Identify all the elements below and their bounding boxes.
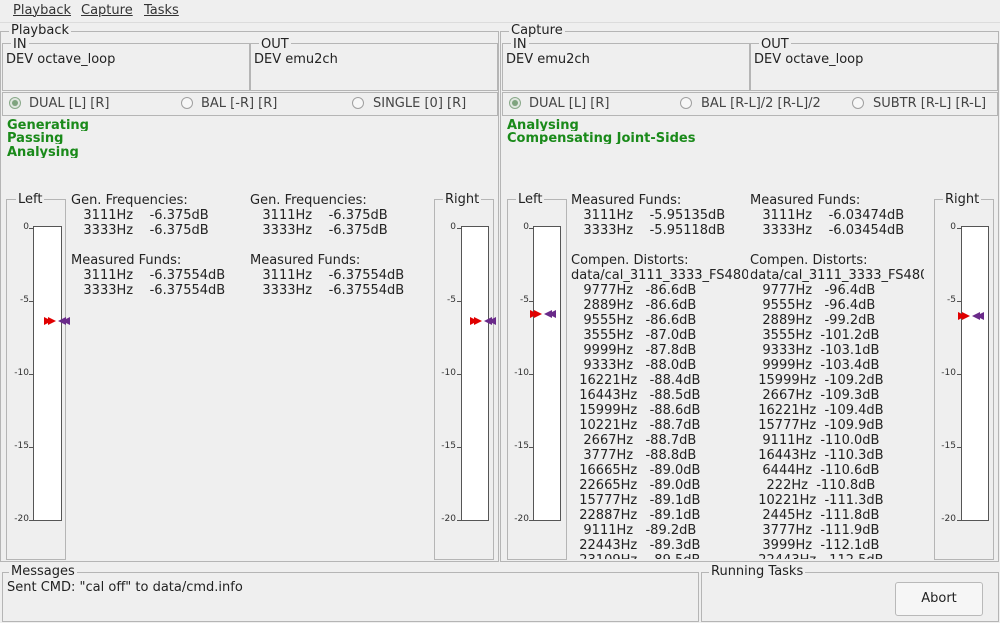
meter-tick-label: 0	[23, 222, 29, 232]
meter-tick-mark	[29, 447, 33, 448]
meter-tick-label: -20	[441, 514, 456, 524]
abort-button[interactable]: Abort	[895, 582, 983, 616]
playback-in-value: DEV octave_loop	[6, 52, 116, 67]
meter-tick-mark	[457, 374, 461, 375]
meter-tick-mark	[957, 520, 961, 521]
meter-tick-label: -15	[514, 441, 529, 451]
meter-tick-label: -10	[514, 368, 529, 378]
meter-tick-mark	[957, 447, 961, 448]
meter-tick-label: -5	[447, 295, 456, 305]
meter-tick-mark	[29, 301, 33, 302]
playback-radio-single[interactable]	[352, 97, 364, 109]
menu-capture[interactable]: Capture	[81, 3, 133, 18]
playback-title: Playback	[9, 23, 72, 38]
playback-left-readout: Gen. Frequencies: 3111Hz -6.375dB 3333Hz…	[71, 193, 226, 298]
peak-arrow-red-2	[48, 317, 56, 326]
meter-tick-label: -20	[941, 514, 956, 524]
meter-tick-label: 0	[523, 222, 529, 232]
capture-right-title: Right	[943, 192, 982, 207]
meter-tick-label: -5	[520, 295, 529, 305]
capture-right-marker-icon	[958, 311, 984, 320]
meter-tick-mark	[957, 301, 961, 302]
capture-left-readout: Measured Funds: 3111Hz -5.95135dB 3333Hz…	[571, 193, 748, 559]
playback-right-marker-icon	[470, 317, 496, 326]
playback-out-value: DEV emu2ch	[254, 52, 338, 67]
meter-tick-label: 0	[450, 222, 456, 232]
capture-right-meter-bar	[961, 226, 989, 521]
menu-tasks[interactable]: Tasks	[144, 3, 179, 18]
playback-mode-row: DUAL [L] [R] BAL [-R] [R] SINGLE [0] [R]	[2, 92, 498, 116]
meter-tick-mark	[529, 301, 533, 302]
playback-right-meter-bar	[461, 226, 489, 521]
capture-status-compensating: Compensating Joint-Sides	[507, 131, 696, 144]
capture-right-readout: Measured Funds: 3111Hz -6.03474dB 3333Hz…	[750, 193, 924, 559]
capture-radio-dual[interactable]	[509, 97, 521, 109]
capture-left-title: Left	[516, 192, 545, 207]
playback-radio-single-label[interactable]: SINGLE [0] [R]	[373, 96, 466, 111]
playback-status-passing: Passing	[7, 131, 64, 144]
peak-arrow-red-2	[534, 310, 542, 319]
capture-out-label: OUT	[759, 37, 791, 52]
playback-left-title: Left	[16, 192, 45, 207]
meter-tick-mark	[457, 447, 461, 448]
playback-status-generating: Generating	[7, 118, 89, 131]
meter-tick-label: -5	[20, 295, 29, 305]
meter-tick-mark	[957, 228, 961, 229]
meter-tick-label: -10	[941, 368, 956, 378]
meter-tick-label: -10	[441, 368, 456, 378]
meter-tick-label: -20	[514, 514, 529, 524]
playback-left-marker-icon	[44, 317, 70, 326]
capture-radio-dual-label[interactable]: DUAL [L] [R]	[529, 96, 610, 111]
playback-right-title: Right	[443, 192, 482, 207]
capture-radio-bal-label[interactable]: BAL [R-L]/2 [R-L]/2	[701, 96, 821, 111]
capture-status-analysing: Analysing	[507, 118, 579, 131]
capture-radio-subtr[interactable]	[852, 97, 864, 109]
playback-status-analysing: Analysing	[7, 145, 79, 158]
capture-left-marker-icon	[530, 310, 556, 319]
capture-in-value: DEV emu2ch	[506, 52, 590, 67]
meter-tick-mark	[529, 447, 533, 448]
meter-tick-label: -15	[14, 441, 29, 451]
menu-playback[interactable]: Playback	[13, 3, 71, 18]
meter-tick-mark	[529, 374, 533, 375]
capture-mode-row: DUAL [L] [R] BAL [R-L]/2 [R-L]/2 SUBTR […	[502, 92, 998, 116]
capture-out-value: DEV octave_loop	[754, 52, 864, 67]
peak-arrow-red-2	[474, 317, 482, 326]
meter-tick-mark	[457, 520, 461, 521]
playback-radio-bal-label[interactable]: BAL [-R] [R]	[201, 96, 277, 111]
playback-radio-dual-label[interactable]: DUAL [L] [R]	[29, 96, 110, 111]
playback-radio-dual[interactable]	[9, 97, 21, 109]
playback-in-label: IN	[11, 37, 29, 52]
meter-tick-mark	[957, 374, 961, 375]
capture-title: Capture	[509, 23, 565, 38]
playback-left-meter-bar	[33, 226, 62, 521]
meter-tick-mark	[457, 228, 461, 229]
capture-in-box	[502, 43, 750, 91]
messages-text: Sent CMD: "cal off" to data/cmd.info	[7, 580, 243, 595]
meter-tick-mark	[529, 520, 533, 521]
menu-bar: Playback Capture Tasks	[0, 0, 1000, 23]
playback-in-box	[2, 43, 250, 91]
peak-arrow-red-2	[962, 311, 970, 320]
playback-out-label: OUT	[259, 37, 291, 52]
running-tasks-title: Running Tasks	[709, 564, 806, 579]
playback-right-readout: Gen. Frequencies: 3111Hz -6.375dB 3333Hz…	[250, 193, 405, 298]
meter-tick-label: 0	[950, 222, 956, 232]
meter-tick-mark	[29, 374, 33, 375]
meter-tick-mark	[457, 301, 461, 302]
meter-tick-label: -20	[14, 514, 29, 524]
capture-radio-subtr-label[interactable]: SUBTR [R-L] [R-L]	[873, 96, 986, 111]
meter-tick-mark	[529, 228, 533, 229]
meter-tick-mark	[29, 228, 33, 229]
meter-tick-label: -5	[947, 295, 956, 305]
messages-title: Messages	[9, 564, 77, 579]
meter-tick-label: -15	[441, 441, 456, 451]
capture-left-meter-bar	[533, 226, 561, 521]
meter-tick-mark	[29, 520, 33, 521]
meter-tick-label: -15	[941, 441, 956, 451]
capture-radio-bal[interactable]	[680, 97, 692, 109]
capture-in-label: IN	[511, 37, 529, 52]
meter-tick-label: -10	[14, 368, 29, 378]
playback-radio-bal[interactable]	[181, 97, 193, 109]
